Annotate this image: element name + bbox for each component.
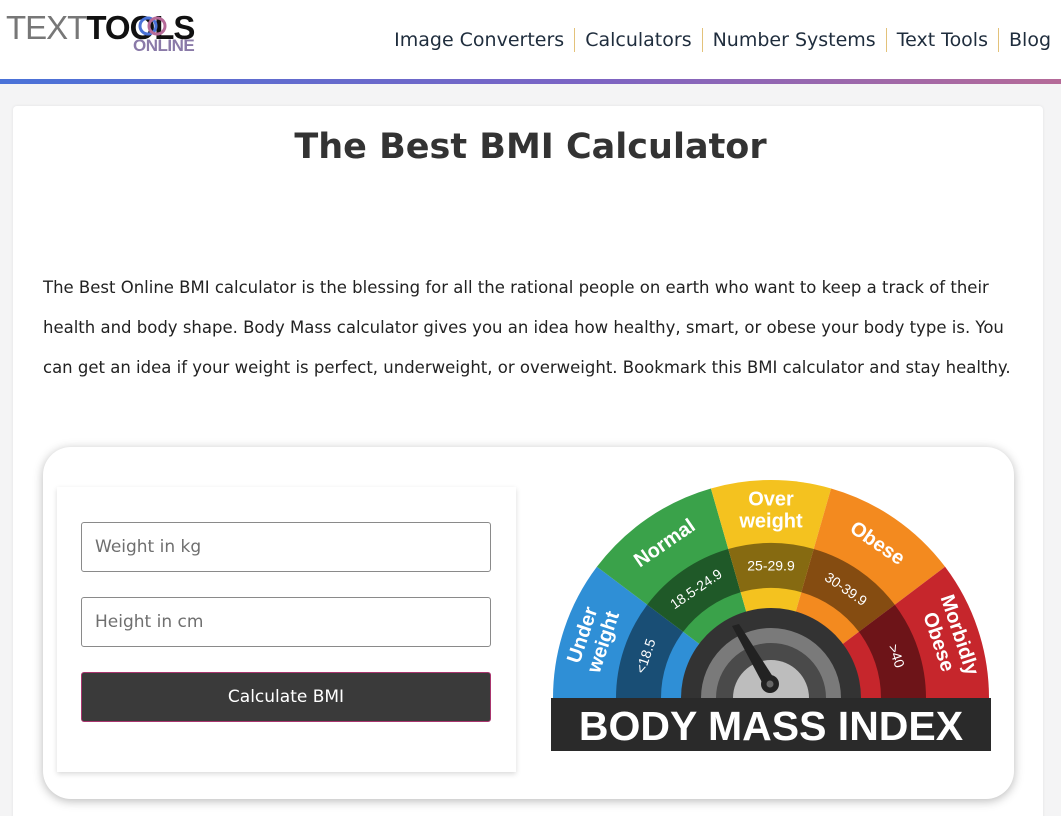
header-accent-bar [0,79,1061,84]
nav-item-calculators[interactable]: Calculators [574,28,701,52]
gauge-banner-text: BODY MASS INDEX [579,703,963,749]
weight-input[interactable] [81,522,491,572]
nav-item-image-converters[interactable]: Image Converters [384,28,574,52]
intro-paragraph: The Best Online BMI calculator is the bl… [43,278,1011,377]
logo-text-part: TEXT [6,9,87,46]
site-logo[interactable]: TEXTTOOLS ONLINE [6,8,206,58]
gauge-range-label: 25-29.9 [747,558,795,574]
gauge-needle-pivot-dot-icon [766,680,774,688]
page-title: The Best BMI Calculator [294,127,767,167]
main-nav: Image Converters Calculators Number Syst… [384,25,1061,55]
nav-item-number-systems[interactable]: Number Systems [701,28,886,52]
bmi-gauge-illustration: <18.518.5-24.9 25-29.930-39.9>40 Underwei… [551,480,991,751]
height-input[interactable] [81,597,491,647]
calculate-bmi-button[interactable]: Calculate BMI [81,672,491,722]
site-header: TEXTTOOLS ONLINE Image Converters Calcul… [0,0,1061,80]
logo-subtitle: ONLINE [133,36,195,55]
nav-item-blog[interactable]: Blog [998,28,1061,52]
gauge-category-label: Over weight [738,489,803,533]
nav-item-text-tools[interactable]: Text Tools [885,28,998,52]
